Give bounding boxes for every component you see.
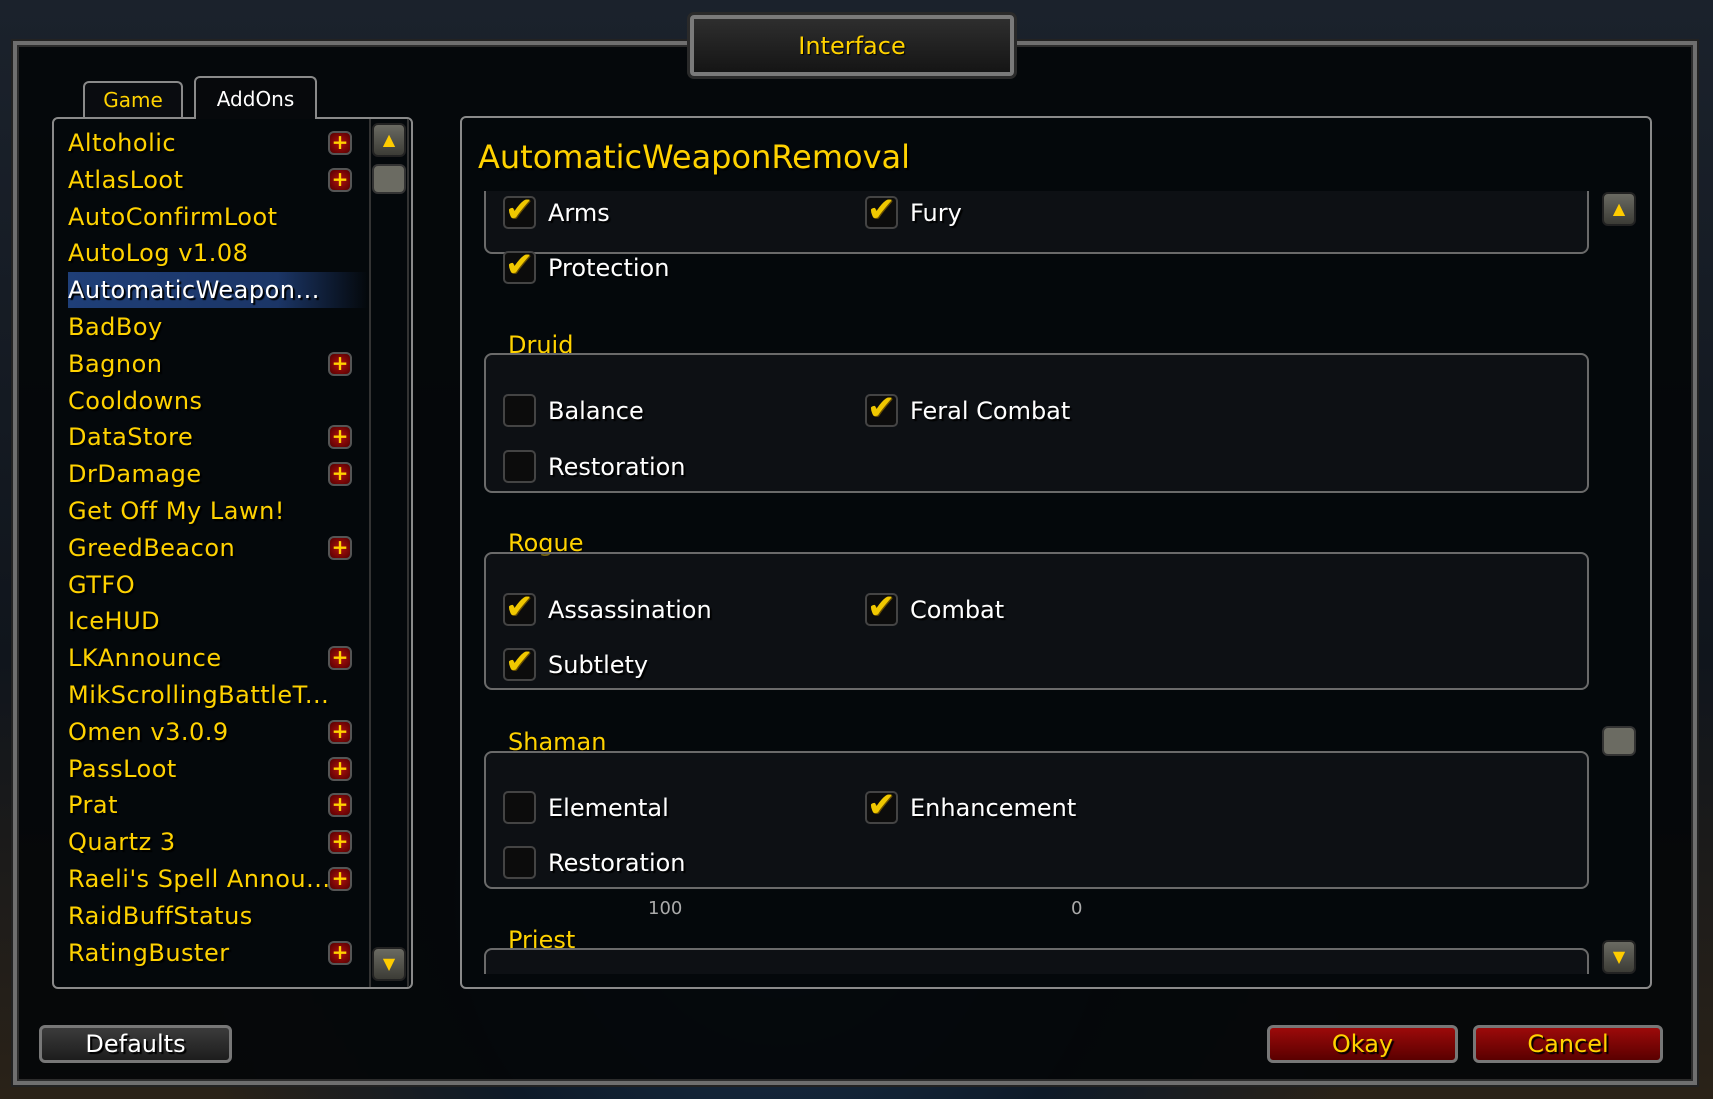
addon-list-item[interactable]: Get Off My Lawn! — [68, 493, 368, 529]
scroll-thumb[interactable] — [372, 164, 406, 194]
expand-plus-icon[interactable]: + — [328, 867, 352, 891]
checkbox-checked-icon[interactable] — [865, 388, 898, 428]
checkbox-checked-icon[interactable] — [503, 191, 536, 230]
option-checkbox[interactable]: Balance — [503, 394, 644, 427]
addon-list-item[interactable]: MikScrollingBattleT... — [68, 677, 368, 713]
addon-list-item[interactable]: IceHUD — [68, 603, 368, 639]
overlay-number: 100 — [648, 898, 683, 919]
option-label: Elemental — [548, 793, 669, 822]
addon-list-item[interactable]: LKAnnounce — [68, 640, 368, 676]
expand-plus-icon[interactable]: + — [328, 131, 352, 155]
option-checkbox[interactable]: Elemental — [503, 791, 669, 824]
option-checkbox[interactable]: Protection — [503, 245, 670, 285]
expand-plus-icon[interactable]: + — [328, 646, 352, 671]
option-checkbox[interactable]: Fury — [865, 191, 962, 230]
addon-list-item[interactable]: Raeli's Spell Annou... — [68, 861, 368, 897]
expand-plus-icon[interactable]: + — [328, 351, 352, 376]
options-scroll-area: ArmsFuryProtectionDruidBalanceFeral Comb… — [482, 191, 1602, 974]
expand-plus-icon[interactable]: + — [328, 535, 352, 560]
scroll-down-button[interactable]: ▼ — [372, 947, 406, 981]
group-box — [484, 948, 1589, 974]
addon-list-item[interactable]: DrDamage — [68, 456, 368, 492]
okay-button[interactable]: Okay — [1267, 1025, 1458, 1063]
option-label: Enhancement — [910, 793, 1077, 822]
scroll-up-button[interactable]: ▲ — [372, 123, 406, 157]
option-checkbox[interactable]: Restoration — [503, 450, 686, 483]
option-label: Balance — [548, 396, 644, 425]
addon-list-item[interactable]: GTFO — [68, 567, 368, 603]
option-label: Fury — [910, 198, 962, 227]
expand-plus-icon[interactable]: + — [328, 830, 352, 855]
checkbox-empty-icon[interactable] — [503, 846, 536, 879]
addon-list-item[interactable]: GreedBeacon — [68, 530, 368, 566]
addon-list-item[interactable]: AutoLog v1.08 — [68, 235, 368, 271]
option-label: Assassination — [548, 595, 712, 624]
expand-plus-icon[interactable]: + — [328, 462, 352, 487]
option-checkbox[interactable]: Combat — [865, 587, 1005, 627]
checkbox-checked-icon[interactable] — [503, 245, 536, 285]
tab-addons[interactable]: AddOns — [194, 76, 317, 119]
option-checkbox[interactable]: Subtlety — [503, 642, 649, 682]
addon-list: Altoholic + AtlasLoot + AutoConfirmLoot AutoL… — [52, 117, 413, 989]
checkbox-empty-icon[interactable] — [503, 394, 536, 427]
cancel-button[interactable]: Cancel — [1473, 1025, 1663, 1063]
option-checkbox[interactable]: Feral Combat — [865, 388, 1071, 428]
window-title: Interface — [798, 31, 906, 60]
options-scroll-up-button[interactable]: ▲ — [1602, 192, 1636, 226]
addon-list-item[interactable]: Cooldowns — [68, 383, 368, 419]
addon-list-item[interactable]: Altoholic — [68, 125, 368, 161]
addon-list-scrollbar[interactable] — [369, 119, 409, 987]
window-title-box: Interface — [690, 15, 1014, 76]
addon-list-item[interactable]: AutomaticWeapon... — [68, 272, 368, 309]
addon-list-item[interactable]: Bagnon — [68, 346, 368, 382]
option-label: Protection — [548, 253, 670, 282]
checkbox-empty-icon[interactable] — [503, 450, 536, 483]
expand-plus-icon[interactable]: + — [328, 167, 352, 192]
group-box — [484, 191, 1589, 254]
addon-list-item[interactable]: PassLoot — [68, 751, 368, 787]
panel-title: AutomaticWeaponRemoval — [478, 138, 911, 176]
checkbox-checked-icon[interactable] — [503, 642, 536, 682]
option-label: Restoration — [548, 848, 686, 877]
checkbox-checked-icon[interactable] — [865, 191, 898, 230]
option-checkbox[interactable]: Restoration — [503, 846, 686, 879]
tab-game[interactable]: Game — [83, 81, 183, 117]
addon-list-item[interactable]: BadBoy — [68, 309, 368, 345]
checkbox-checked-icon[interactable] — [503, 587, 536, 627]
addon-list-item[interactable]: AutoConfirmLoot — [68, 199, 368, 235]
addon-list-item[interactable]: Quartz 3 — [68, 824, 368, 860]
expand-plus-icon[interactable]: + — [328, 756, 352, 781]
expand-plus-icon[interactable]: + — [328, 425, 352, 450]
option-label: Feral Combat — [910, 396, 1071, 425]
addon-list-item[interactable]: RaidBuffStatus — [68, 898, 368, 934]
addon-list-item[interactable]: RatingBuster — [68, 935, 368, 971]
expand-plus-icon[interactable]: + — [328, 719, 352, 744]
addon-options-panel: AutomaticWeaponRemoval Arms Fury Protectio… — [460, 116, 1652, 989]
options-scroll-down-button[interactable]: ▼ — [1602, 940, 1636, 974]
addon-list-item[interactable]: Omen v3.0.9 — [68, 714, 368, 750]
checkbox-checked-icon[interactable] — [865, 785, 898, 825]
addon-list-item[interactable]: Prat — [68, 787, 368, 823]
option-label: Subtlety — [548, 650, 649, 679]
expand-plus-icon[interactable]: + — [328, 793, 352, 818]
defaults-button[interactable]: Defaults — [39, 1025, 232, 1063]
checkbox-checked-icon[interactable] — [865, 587, 898, 627]
option-checkbox[interactable]: Assassination — [503, 587, 712, 627]
option-label: Restoration — [548, 452, 686, 481]
option-checkbox[interactable]: Arms — [503, 191, 610, 230]
overlay-number: 0 — [1071, 898, 1083, 919]
addon-list-item[interactable]: AtlasLoot — [68, 162, 368, 198]
option-label: Combat — [910, 595, 1005, 624]
expand-plus-icon[interactable]: + — [328, 940, 352, 965]
option-label: Arms — [548, 198, 610, 227]
checkbox-empty-icon[interactable] — [503, 791, 536, 824]
option-checkbox[interactable]: Enhancement — [865, 785, 1077, 825]
options-scroll-thumb[interactable] — [1602, 726, 1636, 756]
addon-list-item[interactable]: DataStore — [68, 419, 368, 455]
